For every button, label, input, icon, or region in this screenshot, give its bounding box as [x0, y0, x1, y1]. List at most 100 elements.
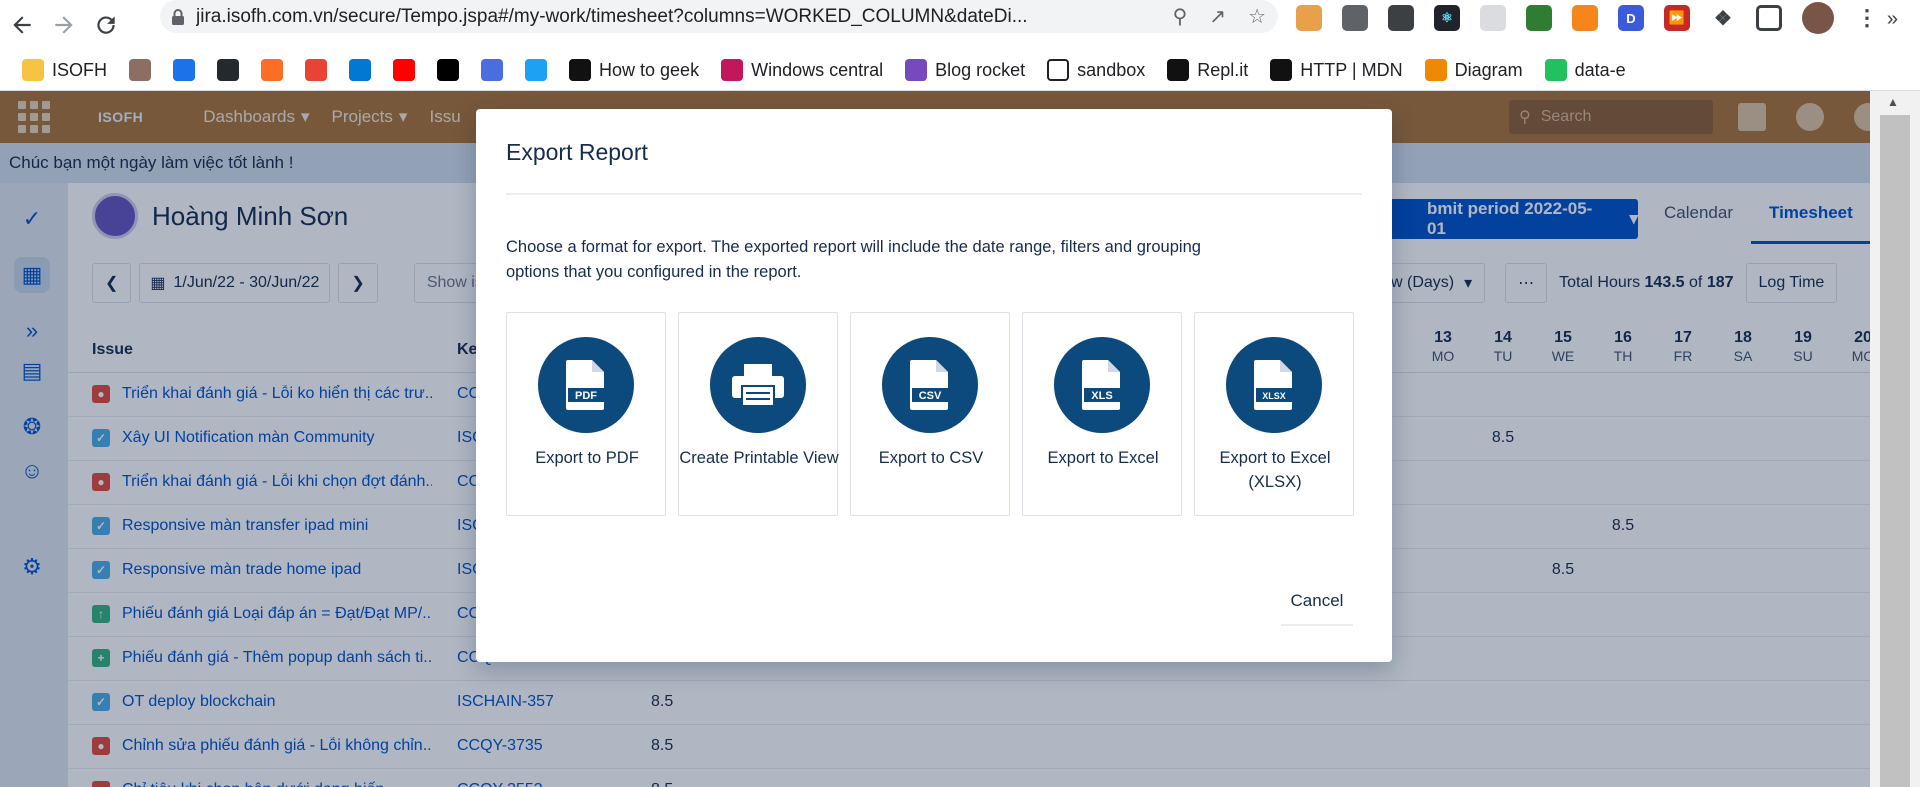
page-scrollbar[interactable]: ▲ — [1870, 91, 1920, 787]
bookmark-8[interactable] — [437, 59, 467, 81]
export-option-1[interactable]: Create Printable View — [678, 312, 839, 516]
lock-icon — [160, 8, 196, 26]
bookmark-18[interactable]: data-e — [1544, 59, 1626, 81]
xlsx-file-icon: XLSX — [1226, 337, 1322, 433]
metamask-icon[interactable] — [1572, 5, 1598, 31]
avatar-bookmark-icon — [129, 59, 152, 81]
bookmark-1[interactable] — [129, 59, 159, 81]
bookmark-3[interactable] — [217, 59, 247, 81]
scroll-up-icon[interactable]: ▲ — [1887, 95, 1899, 109]
bookmark-label: HTTP | MDN — [1300, 59, 1403, 80]
zoom-search-icon[interactable]: ⚲ — [1173, 4, 1188, 29]
bookmark-0[interactable]: ISOFH — [22, 59, 107, 81]
browser-menu-icon[interactable]: ⋮ — [1854, 5, 1880, 31]
mdn-icon — [1270, 59, 1293, 81]
d-extension-icon[interactable]: D — [1618, 5, 1644, 31]
browser-toolbar: jira.isofh.com.vn/secure/Tempo.jspa#/my-… — [0, 0, 1920, 50]
bookmark-10[interactable] — [525, 59, 555, 81]
cancel-button[interactable]: Cancel — [1281, 585, 1353, 617]
bookmark-label: How to geek — [599, 59, 700, 80]
export-option-0[interactable]: PDF Export to PDF — [506, 312, 666, 516]
v-icon — [481, 59, 504, 81]
replit-icon — [1167, 59, 1190, 81]
data-e-icon — [1544, 59, 1567, 81]
bookmark-13[interactable]: Blog rocket — [905, 59, 1025, 81]
forward-button[interactable] — [44, 5, 84, 45]
export-report-dialog: Export Report Choose a format for export… — [476, 109, 1392, 662]
profile-avatar-icon[interactable] — [1802, 2, 1834, 34]
square-icon — [1047, 59, 1070, 81]
export-option-label: Export to Excel (XLSX) — [1219, 449, 1331, 491]
bookmark-12[interactable]: Windows central — [721, 59, 883, 81]
export-option-label: Create Printable View — [679, 449, 839, 467]
dialog-description: Choose a format for export. The exported… — [506, 238, 1201, 281]
export-option-label: Export to CSV — [878, 449, 984, 467]
export-option-3[interactable]: XLS Export to Excel — [1022, 312, 1182, 516]
bookmark-16[interactable]: HTTP | MDN — [1270, 59, 1403, 81]
xls-file-icon: XLS — [1054, 337, 1150, 433]
bookmark-label: Windows central — [751, 59, 884, 80]
medium-icon — [437, 59, 460, 81]
dialog-title: Export Report — [506, 139, 648, 165]
bookmark-4[interactable] — [261, 59, 291, 81]
bookmarks-bar: ISOFH How to geek Windows central Blog rock… — [0, 50, 1920, 90]
cancel-focus-line — [1281, 624, 1353, 626]
export-option-4[interactable]: XLSX Export to Excel (XLSX) — [1194, 312, 1354, 516]
bookmark-label: Diagram — [1454, 59, 1523, 80]
svg-text:PDF: PDF — [575, 390, 597, 402]
diamond-icon — [173, 59, 196, 81]
side-panel-icon[interactable] — [1756, 5, 1782, 31]
bookmark-label: ISOFH — [52, 59, 108, 80]
outlook-icon — [349, 59, 372, 81]
barcode-extension-icon[interactable] — [1342, 5, 1368, 31]
csv-file-icon: CSV — [882, 337, 978, 433]
bookmark-7[interactable] — [393, 59, 423, 81]
export-options: PDF Export to PDF Create Printable View CSV… — [506, 312, 1354, 516]
bookmark-17[interactable]: Diagram — [1424, 59, 1523, 81]
bookmark-9[interactable] — [481, 59, 511, 81]
bookmark-label: sandbox — [1077, 59, 1146, 80]
circle-extension-icon[interactable] — [1480, 5, 1506, 31]
bookmarks-overflow-icon[interactable]: » — [1887, 8, 1898, 31]
export-option-label: Export to Excel — [1047, 449, 1159, 467]
bookmark-15[interactable]: Repl.it — [1167, 59, 1248, 81]
svg-text:XLSX: XLSX — [1262, 391, 1286, 401]
address-bar[interactable]: jira.isofh.com.vn/secure/Tempo.jspa#/my-… — [160, 0, 1278, 33]
gitlab-icon — [261, 59, 284, 81]
puzzle-extensions-icon[interactable]: ❖ — [1710, 5, 1736, 31]
phone-extension-icon[interactable] — [1388, 5, 1414, 31]
forward-arrow-icon — [55, 16, 73, 34]
bookmark-2[interactable] — [173, 59, 203, 81]
bookmark-label: data-e — [1574, 59, 1626, 80]
url-text: jira.isofh.com.vn/secure/Tempo.jspa#/my-… — [196, 5, 1028, 27]
extensions-bar: ⚛ D ⏩ ❖ ⋮ — [1296, 2, 1880, 34]
bookmark-11[interactable]: How to geek — [569, 59, 699, 81]
reload-button[interactable] — [86, 5, 126, 45]
pdf-file-icon: PDF — [538, 337, 634, 433]
leaf-extension-icon[interactable] — [1526, 5, 1552, 31]
htg-icon — [569, 59, 592, 81]
scrollbar-thumb[interactable] — [1880, 115, 1910, 787]
bird-icon — [525, 59, 548, 81]
dialog-divider — [506, 193, 1362, 195]
bookmark-5[interactable] — [305, 59, 335, 81]
printer-icon — [710, 337, 806, 433]
share-icon[interactable]: ↗ — [1209, 4, 1226, 29]
omnibox-actions: ⚲ ↗ ☆ — [1173, 4, 1266, 29]
react-devtools-icon[interactable]: ⚛ — [1434, 5, 1460, 31]
image-extension-icon[interactable] — [1296, 5, 1322, 31]
folder-icon — [22, 59, 44, 81]
bookmark-label: Blog rocket — [935, 59, 1026, 80]
reload-icon — [97, 16, 115, 34]
diagram-icon — [1424, 59, 1447, 81]
play-extension-icon[interactable]: ⏩ — [1664, 5, 1690, 31]
bookmark-6[interactable] — [349, 59, 379, 81]
svg-text:CSV: CSV — [919, 390, 942, 402]
bookmark-14[interactable]: sandbox — [1047, 59, 1145, 81]
export-option-2[interactable]: CSV Export to CSV — [850, 312, 1010, 516]
gmail-icon — [305, 59, 328, 81]
youtube-icon — [393, 59, 416, 81]
bookmark-star-icon[interactable]: ☆ — [1248, 4, 1266, 29]
back-button[interactable] — [2, 5, 42, 45]
browser-chrome: jira.isofh.com.vn/secure/Tempo.jspa#/my-… — [0, 0, 1920, 91]
